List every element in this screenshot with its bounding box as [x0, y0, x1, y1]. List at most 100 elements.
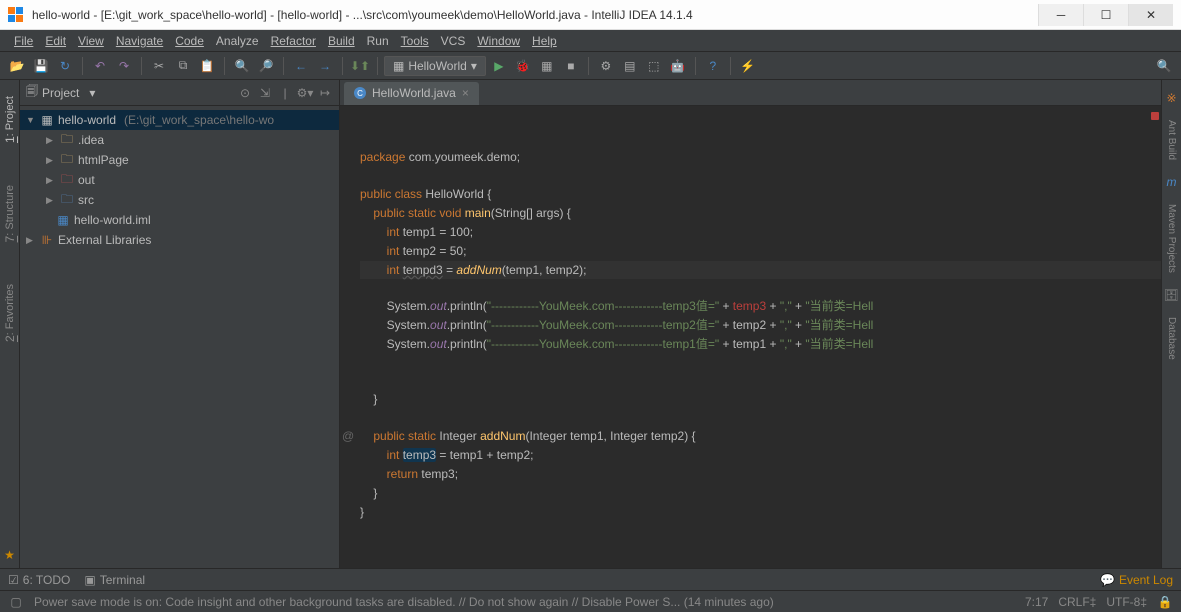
window-titlebar: hello-world - [E:\git_work_space\hello-w…: [0, 0, 1181, 30]
redo-icon[interactable]: ↷: [113, 55, 135, 77]
menu-analyze[interactable]: Analyze: [210, 32, 265, 50]
menu-navigate[interactable]: Navigate: [110, 32, 169, 50]
chevron-down-icon: ▾: [471, 59, 477, 73]
forward-icon[interactable]: →: [314, 55, 336, 77]
sdk-icon[interactable]: ⬚: [643, 55, 665, 77]
code-editor[interactable]: package com.youmeek.demo; public class H…: [340, 106, 1161, 568]
debug-icon[interactable]: 🐞: [512, 55, 534, 77]
menu-file[interactable]: File: [8, 32, 39, 50]
tree-external-libraries[interactable]: ▶ ⊪ External Libraries: [20, 230, 339, 250]
close-button[interactable]: ✕: [1128, 4, 1173, 26]
menu-window[interactable]: Window: [471, 32, 526, 50]
stop-icon[interactable]: ■: [560, 55, 582, 77]
menu-help[interactable]: Help: [526, 32, 563, 50]
find-icon[interactable]: 🔍: [231, 55, 253, 77]
power-save-icon[interactable]: ⚡: [737, 55, 759, 77]
run-config-label: HelloWorld: [408, 59, 466, 73]
statusbar-toggle-icon[interactable]: ▢: [8, 594, 24, 610]
gutter-override-icon[interactable]: @: [342, 427, 354, 445]
collapse-arrow-icon[interactable]: ▶: [46, 195, 56, 206]
menu-run[interactable]: Run: [361, 32, 395, 50]
hide-icon[interactable]: ↦: [317, 85, 333, 101]
menu-view[interactable]: View: [72, 32, 110, 50]
help-icon[interactable]: ?: [702, 55, 724, 77]
run-icon[interactable]: ▶: [488, 55, 510, 77]
cursor-position[interactable]: 7:17: [1025, 595, 1048, 609]
project-view-icon: 🗐: [26, 82, 38, 103]
coverage-icon[interactable]: ▦: [536, 55, 558, 77]
terminal-tab[interactable]: ▣ Terminal: [84, 573, 145, 587]
sync-icon[interactable]: ↻: [54, 55, 76, 77]
database-tab[interactable]: Database: [1164, 311, 1179, 366]
close-tab-icon[interactable]: ×: [462, 86, 469, 100]
save-all-icon[interactable]: 💾: [30, 55, 52, 77]
menu-code[interactable]: Code: [169, 32, 210, 50]
editor-tabs: C HelloWorld.java ×: [340, 80, 1161, 106]
tree-item-label: src: [78, 193, 94, 207]
settings-icon[interactable]: ⚙▾: [297, 85, 313, 101]
copy-icon[interactable]: ⧉: [172, 55, 194, 77]
folder-icon: 🗀: [60, 153, 74, 167]
collapse-arrow-icon[interactable]: ▶: [46, 135, 56, 146]
event-log-tab[interactable]: 💬 Event Log: [1100, 573, 1173, 587]
paste-icon[interactable]: 📋: [196, 55, 218, 77]
editor-tab-helloworld[interactable]: C HelloWorld.java ×: [344, 82, 479, 105]
scroll-from-source-icon[interactable]: ⊙: [237, 85, 253, 101]
open-file-icon[interactable]: 📂: [6, 55, 28, 77]
run-configuration-dropdown[interactable]: ▦ HelloWorld ▾: [384, 56, 486, 76]
favorites-tool-tab[interactable]: 2: Favorites: [1, 278, 19, 348]
lock-icon[interactable]: 🔒: [1157, 594, 1173, 610]
folder-icon: 🗀: [60, 173, 74, 187]
window-title: hello-world - [E:\git_work_space\hello-w…: [32, 8, 1038, 22]
folder-icon: 🗀: [60, 193, 74, 207]
editor-tab-label: HelloWorld.java: [372, 86, 456, 100]
collapse-arrow-icon[interactable]: ▶: [46, 155, 56, 166]
right-tool-tabs: ※ Ant Build m Maven Projects 🗄 Database: [1161, 80, 1181, 568]
replace-icon[interactable]: 🔎: [255, 55, 277, 77]
collapse-arrow-icon[interactable]: ▶: [46, 175, 56, 186]
android-icon[interactable]: 🤖: [667, 55, 689, 77]
line-separator[interactable]: CRLF‡: [1058, 595, 1096, 609]
project-tool-tab[interactable]: 1: Project: [1, 90, 19, 149]
cut-icon[interactable]: ✂: [148, 55, 170, 77]
tree-item-idea[interactable]: ▶ 🗀 .idea: [20, 130, 339, 150]
back-icon[interactable]: ←: [290, 55, 312, 77]
todo-icon: ☑: [8, 573, 19, 587]
maximize-button[interactable]: ☐: [1083, 4, 1128, 26]
menu-tools[interactable]: Tools: [395, 32, 435, 50]
expand-arrow-icon[interactable]: ▼: [26, 115, 36, 125]
settings-icon[interactable]: ⚙: [595, 55, 617, 77]
tree-item-label: External Libraries: [58, 233, 151, 247]
build-icon[interactable]: ⬇⬆: [349, 55, 371, 77]
error-stripe-icon[interactable]: [1151, 112, 1159, 120]
tree-item-out[interactable]: ▶ 🗀 out: [20, 170, 339, 190]
tree-root-label: hello-world: [58, 113, 116, 127]
tree-item-htmlpage[interactable]: ▶ 🗀 htmlPage: [20, 150, 339, 170]
collapse-all-icon[interactable]: ⇲: [257, 85, 273, 101]
tree-root-path: (E:\git_work_space\hello-wo: [124, 113, 274, 127]
search-everywhere-icon[interactable]: 🔍: [1153, 55, 1175, 77]
minimize-button[interactable]: ─: [1038, 4, 1083, 26]
tree-item-label: htmlPage: [78, 153, 129, 167]
menu-edit[interactable]: Edit: [39, 32, 72, 50]
tree-item-src[interactable]: ▶ 🗀 src: [20, 190, 339, 210]
chevron-down-icon[interactable]: ▾: [89, 86, 95, 100]
statusbar-message[interactable]: Power save mode is on: Code insight and …: [34, 595, 1015, 609]
collapse-arrow-icon[interactable]: ▶: [26, 235, 36, 246]
menu-refactor[interactable]: Refactor: [265, 32, 322, 50]
run-config-icon: ▦: [393, 59, 404, 73]
structure-tool-tab[interactable]: 7: Structure: [1, 179, 19, 248]
maven-projects-tab[interactable]: Maven Projects: [1164, 198, 1179, 279]
file-encoding[interactable]: UTF-8‡: [1106, 595, 1147, 609]
todo-tab[interactable]: ☑ 6: TODO: [8, 573, 70, 587]
menu-build[interactable]: Build: [322, 32, 361, 50]
project-tree[interactable]: ▼ ▦ hello-world (E:\git_work_space\hello…: [20, 106, 339, 568]
tree-item-iml[interactable]: ▦ hello-world.iml: [20, 210, 339, 230]
project-structure-icon[interactable]: ▤: [619, 55, 641, 77]
favorites-star-icon[interactable]: ★: [2, 542, 17, 568]
menu-vcs[interactable]: VCS: [435, 32, 472, 50]
editor-area: C HelloWorld.java × package com.youmeek.…: [340, 80, 1161, 568]
undo-icon[interactable]: ↶: [89, 55, 111, 77]
tree-root[interactable]: ▼ ▦ hello-world (E:\git_work_space\hello…: [20, 110, 339, 130]
ant-build-tab[interactable]: Ant Build: [1164, 114, 1179, 166]
